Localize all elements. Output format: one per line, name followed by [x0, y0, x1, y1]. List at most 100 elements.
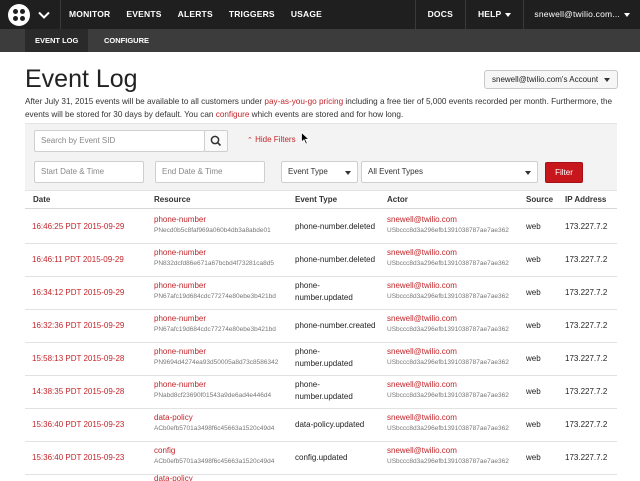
actor-link[interactable]: snewell@twilio.com: [387, 248, 457, 257]
ip-address: 173.227.7.2: [565, 321, 608, 330]
tab-event-log[interactable]: EVENT LOG: [25, 29, 89, 52]
desc-text-1: After July 31, 2015 events will be avail…: [25, 97, 265, 106]
event-type: config.updated: [295, 453, 348, 462]
event-type-category-select[interactable]: Event Type: [281, 161, 358, 183]
event-date[interactable]: 15:58:13 PDT 2015-09-28: [32, 354, 124, 363]
page-description: After July 31, 2015 events will be avail…: [25, 96, 615, 121]
actor-sid: USbccc8d3a296efb1391038787ae7ae362: [387, 359, 509, 366]
event-type-cont: number.updated: [295, 359, 353, 368]
nav-events[interactable]: EVENTS: [118, 0, 169, 29]
event-source: web: [526, 288, 541, 297]
resource-name[interactable]: phone-number: [154, 281, 206, 290]
nav-triggers[interactable]: TRIGGERS: [221, 0, 283, 29]
nav-alerts[interactable]: ALERTS: [170, 0, 221, 29]
nav-user-label: snewell@twilio.com...: [534, 9, 620, 19]
col-header-actor: Actor: [387, 195, 408, 204]
tab-event-log-label: EVENT LOG: [35, 36, 79, 45]
tab-configure-label: CONFIGURE: [104, 36, 149, 45]
search-button[interactable]: [204, 130, 228, 152]
resource-name[interactable]: config: [154, 446, 175, 455]
event-date[interactable]: 15:36:40 PDT 2015-09-23: [32, 453, 124, 462]
col-header-source: Source: [526, 195, 554, 204]
resource-name[interactable]: data-policy: [154, 413, 193, 422]
chevron-up-icon: ⌃: [247, 137, 253, 144]
event-type-select[interactable]: All Event Types: [361, 161, 538, 183]
event-date[interactable]: 16:32:36 PDT 2015-09-29: [32, 321, 124, 330]
event-source: web: [526, 222, 541, 231]
configure-link[interactable]: configure: [216, 110, 250, 119]
col-header-ip-address: IP Address: [565, 195, 607, 204]
actor-sid: USbccc8d3a296efb1391038787ae7ae362: [387, 227, 509, 234]
event-date[interactable]: 16:46:11 PDT 2015-09-29: [32, 255, 124, 264]
ip-address: 173.227.7.2: [565, 255, 608, 264]
event-type: data-policy.updated: [295, 420, 365, 429]
table-row-divider: [25, 474, 617, 475]
event-source: web: [526, 420, 541, 429]
resource-sid: PN832dcfd86e671a67bcbd4f73281ca8d5: [154, 260, 274, 267]
search-input[interactable]: Search by Event SID: [34, 130, 205, 152]
pricing-link[interactable]: pay-as-you-go pricing: [264, 97, 343, 106]
event-type: phone-number.deleted: [295, 255, 376, 264]
tab-configure[interactable]: CONFIGURE: [104, 29, 149, 52]
ip-address: 173.227.7.2: [565, 222, 608, 231]
start-date-input[interactable]: Start Date & Time: [34, 161, 144, 183]
actor-link[interactable]: snewell@twilio.com: [387, 281, 457, 290]
caret-down-icon: [505, 12, 512, 17]
event-date[interactable]: 14:38:35 PDT 2015-09-28: [32, 387, 124, 396]
resource-sid: ACb0efb5701a3498f6c45663a1520c49d4: [154, 458, 275, 465]
ip-address: 173.227.7.2: [565, 288, 608, 297]
ip-address: 173.227.7.2: [565, 387, 608, 396]
desc-text-3: which events are stored and for how long…: [249, 109, 404, 119]
ip-address: 173.227.7.2: [565, 354, 608, 363]
resource-sid: ACb0efb5701a3498f6c45663a1520c49d4: [154, 425, 275, 432]
nav-help[interactable]: HELP: [466, 0, 523, 29]
resource-name[interactable]: data-policy: [154, 474, 193, 481]
resource-sid: PN9694d4274ea93d50005a8d73c8586342: [154, 359, 279, 366]
nav-monitor[interactable]: MONITOR: [61, 0, 118, 29]
actor-link[interactable]: snewell@twilio.com: [387, 314, 457, 323]
filter-button[interactable]: Filter: [545, 162, 583, 183]
col-header-event-type: Event Type: [295, 195, 338, 204]
resource-sid: PNecd0b5c8faf969a060b4db3a8abde01: [154, 227, 271, 234]
search-icon: [210, 135, 222, 147]
caret-down-icon: [604, 78, 610, 82]
actor-link[interactable]: snewell@twilio.com: [387, 380, 457, 389]
actor-link[interactable]: snewell@twilio.com: [387, 347, 457, 356]
nav-usage[interactable]: USAGE: [283, 0, 330, 29]
resource-name[interactable]: phone-number: [154, 215, 206, 224]
resource-name[interactable]: phone-number: [154, 380, 206, 389]
actor-sid: USbccc8d3a296efb1391038787ae7ae362: [387, 425, 509, 432]
account-dropdown-button[interactable]: snewell@twilio.com's Account: [484, 70, 618, 89]
table-row-divider: [25, 441, 617, 442]
resource-name[interactable]: phone-number: [154, 314, 206, 323]
event-type-category-label: Event Type: [288, 167, 328, 176]
chevron-down-icon[interactable]: [38, 9, 50, 21]
page-title: Event Log: [25, 65, 138, 93]
ip-address: 173.227.7.2: [565, 453, 608, 462]
event-source: web: [526, 354, 541, 363]
end-date-input[interactable]: End Date & Time: [155, 161, 265, 183]
resource-name[interactable]: phone-number: [154, 248, 206, 257]
resource-sid: PNabd8cf23690f01543a9de6ad4e446d4: [154, 392, 272, 399]
actor-link[interactable]: snewell@twilio.com: [387, 413, 457, 422]
event-source: web: [526, 453, 541, 462]
event-type: phone-number.created: [295, 321, 376, 330]
hide-filters-link[interactable]: ⌃ Hide Filters: [247, 135, 296, 144]
resource-name[interactable]: phone-number: [154, 347, 206, 356]
event-date[interactable]: 16:46:25 PDT 2015-09-29: [32, 222, 124, 231]
event-date[interactable]: 15:36:40 PDT 2015-09-23: [32, 420, 124, 429]
account-dropdown-label: snewell@twilio.com's Account: [492, 75, 599, 84]
actor-link[interactable]: snewell@twilio.com: [387, 446, 457, 455]
nav-docs[interactable]: DOCS: [416, 0, 465, 29]
actor-link[interactable]: snewell@twilio.com: [387, 215, 457, 224]
table-row-divider: [25, 309, 617, 310]
table-row-divider: [25, 375, 617, 376]
event-date[interactable]: 16:34:12 PDT 2015-09-29: [32, 288, 124, 297]
event-source: web: [526, 321, 541, 330]
col-header-date: Date: [33, 195, 51, 204]
actor-sid: USbccc8d3a296efb1391038787ae7ae362: [387, 392, 509, 399]
twilio-logo-icon[interactable]: [8, 3, 30, 26]
nav-user-menu[interactable]: snewell@twilio.com...: [524, 0, 640, 29]
actor-sid: USbccc8d3a296efb1391038787ae7ae362: [387, 458, 509, 465]
event-source: web: [526, 255, 541, 264]
